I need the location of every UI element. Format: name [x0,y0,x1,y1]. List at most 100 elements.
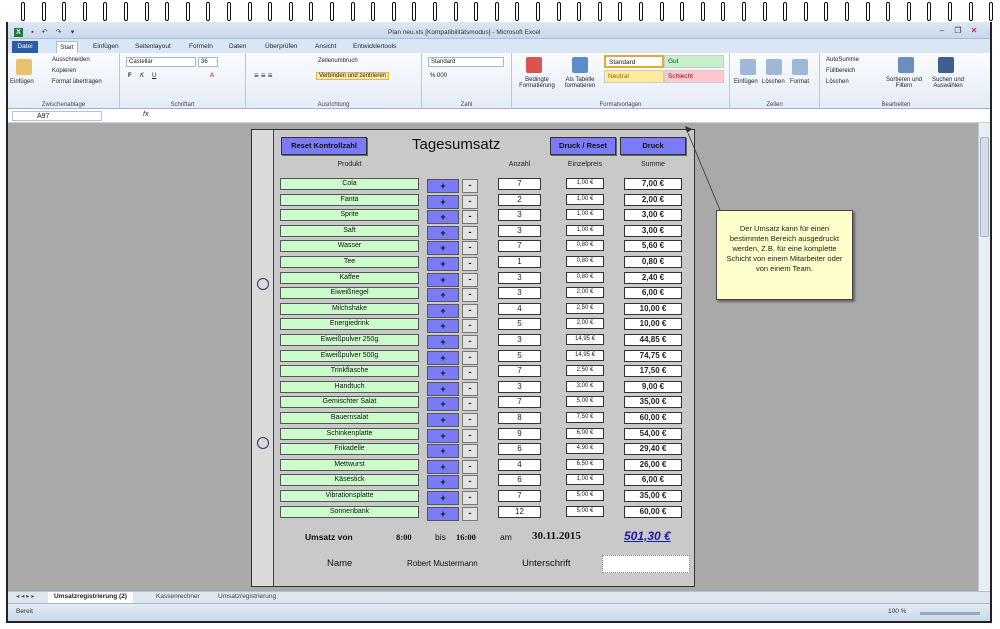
conditional-formatting-icon[interactable] [526,57,542,73]
binder-ring [906,2,911,21]
conditional-formatting-button[interactable]: Bedingte Formatierung [514,77,560,89]
sheet-tab[interactable]: Umsatzregistrierung [212,592,282,603]
format-cells-button[interactable]: Format [790,79,809,85]
style-gut[interactable]: Gut [664,55,724,68]
binder-ring [41,2,46,21]
customize-quickaccess-icon[interactable]: ▾ [68,28,77,37]
style-schlecht[interactable]: Schlecht [664,70,724,83]
binder-ring [82,2,87,21]
italic-icon[interactable]: K [140,73,144,79]
autosum-button[interactable]: AutoSumme [826,57,859,63]
tab-entwicklertools[interactable]: Entwicklertools [350,41,399,53]
binder-ring [989,2,994,21]
info-callout: Der Umsatz kann für einen bestimmten Ber… [716,210,853,300]
format-as-table-icon[interactable] [572,57,588,73]
clear-button[interactable]: Löschen [826,79,849,85]
wrap-text-button[interactable]: Zeilenumbruch [318,58,358,64]
save-icon[interactable]: ▪ [28,28,37,37]
tab-formeln[interactable]: Formeln [186,41,216,53]
percent-icon[interactable]: % 000 [430,73,447,79]
binder-ring [886,2,891,21]
align-icons[interactable]: ≡ ≡ ≡ [254,71,272,80]
group-label: Zahl [460,102,473,108]
font-size-select[interactable]: 36 [198,57,218,67]
sheet-tab[interactable]: Kassenrechner [150,592,206,603]
excel-logo-icon: X [14,28,23,37]
binder-ring [762,2,767,21]
binder-ring [845,2,849,21]
binder-ring [948,2,952,21]
sheet-area: Reset Kontrollzahl Tagesumsatz Druck / R… [8,123,978,591]
sort-filter-icon[interactable] [898,57,914,73]
style-standard[interactable]: Standard [604,55,664,68]
fill-button[interactable]: Füllbereich [826,68,855,74]
sort-filter-button[interactable]: Sortieren und Filtern [884,77,924,89]
group-editing: AutoSumme Füllbereich Löschen Sortieren … [820,53,972,109]
binder-ring [371,2,376,21]
tab-daten[interactable]: Daten [226,41,249,53]
binder-ring [288,2,293,21]
paste-button[interactable]: Einfügen [10,79,34,85]
vertical-scrollbar[interactable] [978,123,990,591]
find-select-button[interactable]: Suchen und Auswählen [926,77,970,89]
merge-center-button[interactable]: Verbinden und zentrieren [316,72,390,80]
binder-ring [680,2,685,21]
binder-ring [206,2,211,21]
scroll-thumb[interactable] [980,137,989,237]
font-color-icon[interactable]: A [210,73,214,79]
format-as-table-button[interactable]: Als Tabelle formatieren [560,77,600,89]
binder-ring [556,2,561,21]
insert-cells-button[interactable]: Einfügen [734,79,758,85]
format-painter-button[interactable]: Format übertragen [52,79,102,85]
tab-datei[interactable]: Datei [12,41,38,53]
binder-ring [21,2,25,21]
tab--berpr-fen[interactable]: Überprüfen [262,41,301,53]
close-icon[interactable]: ✕ [968,26,980,36]
binder-ring [227,2,231,21]
minimize-icon[interactable]: – [936,26,948,36]
name-box[interactable]: A97 [12,111,102,121]
tab-seitenlayout[interactable]: Seitenlayout [132,41,174,53]
binder-ring [721,2,726,21]
callout-connector [685,126,721,211]
ribbon-tabs: Datei Start Einfügen Seitenlayout Formeln Dat… [8,39,990,53]
ribbon: Einfügen Ausschneiden Kopieren Format üb… [8,53,990,109]
delete-cells-icon[interactable] [766,59,782,75]
fx-icon[interactable]: fx [143,111,148,118]
insert-cells-icon[interactable] [740,59,756,75]
group-cells: Einfügen Löschen Format Zellen [730,53,820,109]
binder-ring [742,2,746,21]
restore-icon[interactable]: ❐ [952,26,964,36]
zoom-slider[interactable] [920,612,980,615]
zoom-level[interactable]: 100 % [888,608,906,615]
binder-ring [185,2,190,21]
group-label: Bearbeiten [881,102,911,108]
tab-ansicht[interactable]: Ansicht [312,41,339,53]
tab-einf-gen[interactable]: Einfügen [90,41,122,53]
undo-icon[interactable]: ↶ [40,28,49,37]
binder-ring [144,2,149,21]
delete-cells-button[interactable]: Löschen [762,79,785,85]
binder-ring [639,2,643,21]
redo-icon[interactable]: ↷ [54,28,63,37]
group-font: Castellar 36 F K U A Schriftart [120,53,246,109]
binder-ring [412,2,417,21]
binder-ring [247,2,252,21]
paste-icon[interactable] [16,59,32,75]
binder-rings [0,0,1000,22]
bold-icon[interactable]: F [128,73,132,79]
binder-ring [453,2,458,21]
cut-button[interactable]: Ausschneiden [52,57,90,63]
binder-ring [474,2,479,21]
format-cells-icon[interactable] [792,59,808,75]
find-select-icon[interactable] [938,57,954,73]
font-name-select[interactable]: Castellar [126,57,196,67]
copy-button[interactable]: Kopieren [52,68,76,74]
tab-nav-icons[interactable]: ◂ ◂ ▸ ▸ [10,592,40,603]
number-format-select[interactable]: Standard [428,57,504,67]
tab-start[interactable]: Start [56,41,78,53]
underline-icon[interactable]: U [152,73,156,79]
sheet-tab[interactable]: Umsatzregistrierung (2) [48,592,133,603]
binder-ring [865,2,870,21]
style-neutral[interactable]: Neutral [604,70,664,83]
